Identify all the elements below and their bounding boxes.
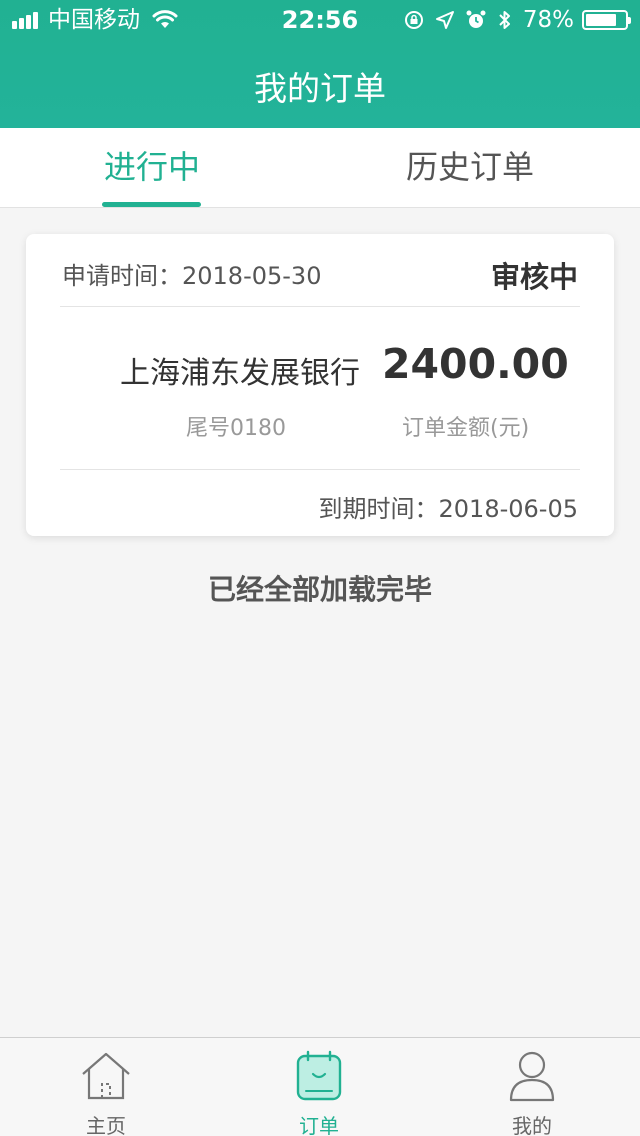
tabbar-label-mine: 我的: [512, 1114, 552, 1136]
tabbar-item-home[interactable]: 主页: [46, 1038, 166, 1136]
status-right: 78%: [393, 0, 631, 40]
location-icon: [435, 10, 455, 30]
app-header: 中国移动 22:56 78% 我的订单: [0, 0, 640, 128]
battery-percent: 78%: [522, 7, 574, 33]
due-time: 到期时间：2018-06-05: [318, 495, 578, 523]
tab-history[interactable]: 历史订单: [310, 128, 630, 208]
rotation-lock-icon: [403, 9, 425, 31]
order-amount-label: 订单金额(元): [402, 416, 530, 441]
card-tail-number: 尾号0180: [186, 416, 286, 441]
bottom-tab-bar: 主页 订单 我的: [0, 1037, 640, 1136]
page-title: 我的订单: [254, 69, 386, 108]
tabbar-label-home: 主页: [86, 1114, 126, 1136]
order-card[interactable]: 申请时间：2018-05-30 审核中 上海浦东发展银行 2400.00 尾号0…: [26, 234, 614, 536]
battery-fill: [586, 14, 616, 26]
order-amount: 2400.00: [382, 340, 569, 388]
tabbar-item-mine[interactable]: 我的: [472, 1038, 592, 1136]
alarm-icon: [465, 9, 487, 31]
tabbar-item-order[interactable]: 订单: [259, 1038, 379, 1136]
order-tabs: 进行中 历史订单: [0, 128, 640, 208]
apply-time: 申请时间：2018-05-30: [62, 262, 322, 290]
user-icon: [506, 1050, 558, 1102]
bluetooth-icon: [497, 9, 513, 31]
tabbar-label-order: 订单: [299, 1114, 339, 1136]
order-status: 审核中: [490, 260, 578, 294]
card-divider-top: [60, 306, 580, 307]
active-tab-indicator: [102, 202, 201, 207]
bank-name: 上海浦东发展银行: [120, 356, 360, 391]
list-footer: 已经全部加载完毕: [207, 573, 432, 606]
tab-in-progress[interactable]: 进行中: [0, 128, 312, 208]
card-divider-bottom: [60, 469, 580, 470]
battery-icon: [582, 10, 631, 30]
status-bar: 中国移动 22:56 78%: [0, 0, 640, 40]
order-icon: [293, 1050, 345, 1102]
home-icon: [80, 1050, 132, 1102]
